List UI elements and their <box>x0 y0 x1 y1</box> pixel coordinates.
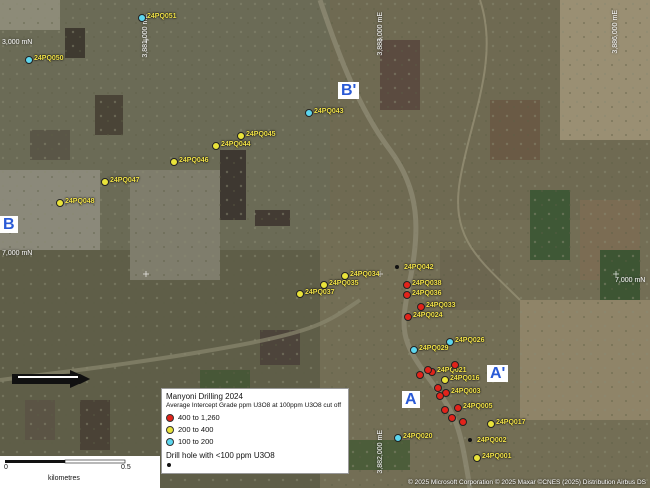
drill-hole-marker[interactable] <box>403 291 411 299</box>
legend-item-low: 100 to 200 <box>166 437 213 446</box>
drill-hole-marker[interactable] <box>410 346 418 354</box>
drill-hole-marker[interactable] <box>404 313 412 321</box>
legend-item-mid: 200 to 400 <box>166 425 213 434</box>
legend-swatch-below <box>167 463 171 467</box>
section-label-a-prime: A' <box>487 365 509 382</box>
drill-hole-marker[interactable] <box>101 178 109 186</box>
drill-hole-marker[interactable] <box>403 281 411 289</box>
legend-subtitle: Average Intercept Grade ppm U3O8 at 100p… <box>166 402 341 409</box>
legend-label-low: 100 to 200 <box>178 437 214 446</box>
legend-item-high: 400 to 1,260 <box>166 413 220 422</box>
legend-label-high: 400 to 1,260 <box>178 413 220 422</box>
drill-hole-marker[interactable] <box>454 404 462 412</box>
map-legend: Manyoni Drilling 2024 Average Intercept … <box>161 388 349 474</box>
grid-label-easting-2: 3,883,000 mE <box>377 12 384 56</box>
section-label-b: B <box>0 216 18 233</box>
drill-hole-label: 24PQ005 <box>463 403 493 410</box>
drill-hole-label: 24PQ001 <box>482 453 512 460</box>
drill-hole-marker[interactable] <box>417 303 425 311</box>
drill-hole-label: 24PQ034 <box>350 271 380 278</box>
grid-label-easting-4: 3,882,000 mE <box>377 430 384 474</box>
drill-hole-marker[interactable] <box>138 14 146 22</box>
legend-below-label: Drill hole with <100 ppm U3O8 <box>166 451 275 460</box>
drill-hole-label: 24PQ050 <box>34 55 64 62</box>
drill-hole-marker-unlabeled[interactable] <box>459 418 467 426</box>
drill-hole-label: 24PQ024 <box>413 312 443 319</box>
drill-hole-marker[interactable] <box>25 56 33 64</box>
drill-hole-marker-unlabeled[interactable] <box>416 371 424 379</box>
drill-hole-marker-unlabeled[interactable] <box>434 384 442 392</box>
drill-hole-marker-unlabeled[interactable] <box>424 366 432 374</box>
drill-hole-marker[interactable] <box>341 272 349 280</box>
scale-bar: 0 0.5 kilometres <box>0 456 160 488</box>
legend-swatch-mid <box>166 425 174 434</box>
drill-hole-label: 24PQ033 <box>426 302 456 309</box>
drill-hole-marker[interactable] <box>212 142 220 150</box>
drill-hole-label: 24PQ037 <box>305 289 335 296</box>
section-label-b-prime: B' <box>338 82 360 99</box>
north-arrow-icon <box>12 370 90 388</box>
drill-hole-label: 24PQ035 <box>329 280 359 287</box>
drill-hole-marker[interactable] <box>56 199 64 207</box>
drill-hole-label: 24PQ043 <box>314 108 344 115</box>
legend-label-mid: 200 to 400 <box>178 425 214 434</box>
scale-tick-05: 0.5 <box>121 464 131 471</box>
drill-hole-marker-unlabeled[interactable] <box>436 392 444 400</box>
drill-hole-label: 24PQ036 <box>412 290 442 297</box>
drill-hole-marker[interactable] <box>487 420 495 428</box>
grid-label-northing-3: 7,000 mN <box>615 277 646 284</box>
drill-hole-marker[interactable] <box>305 109 313 117</box>
drill-hole-marker[interactable] <box>394 434 402 442</box>
drill-hole-label: 24PQ029 <box>419 345 449 352</box>
imagery-copyright: © 2025 Microsoft Corporation © 2025 Maxa… <box>408 479 646 486</box>
drill-hole-marker-unlabeled[interactable] <box>451 361 459 369</box>
drill-hole-label: 24PQ046 <box>179 157 209 164</box>
drill-hole-marker[interactable] <box>296 290 304 298</box>
scale-tick-0: 0 <box>4 464 8 471</box>
legend-swatch-low <box>166 437 174 446</box>
drill-hole-label: 24PQ051 <box>147 13 177 20</box>
drill-hole-marker[interactable] <box>468 438 472 442</box>
grid-label-northing-1: 3,000 mN <box>2 39 33 46</box>
drill-hole-marker[interactable] <box>170 158 178 166</box>
drill-hole-marker[interactable] <box>237 132 245 140</box>
drill-hole-label: 24PQ042 <box>404 264 434 271</box>
drill-hole-label: 24PQ020 <box>403 433 433 440</box>
grid-label-easting-3: 3,886,000 mE <box>612 10 619 54</box>
scale-bar-graphic <box>5 459 126 464</box>
drill-hole-marker[interactable] <box>441 376 449 384</box>
drill-hole-marker[interactable] <box>473 454 481 462</box>
drill-hole-label: 24PQ003 <box>451 388 481 395</box>
drill-hole-label: 24PQ047 <box>110 177 140 184</box>
grid-label-northing-2: 7,000 mN <box>2 250 33 257</box>
drill-hole-label: 24PQ017 <box>496 419 526 426</box>
scale-unit: kilometres <box>48 475 80 482</box>
legend-title: Manyoni Drilling 2024 <box>166 392 243 401</box>
legend-swatch-high <box>166 413 174 422</box>
section-label-a: A <box>402 391 420 408</box>
drill-hole-label: 24PQ038 <box>412 280 442 287</box>
drill-hole-label: 24PQ002 <box>477 437 507 444</box>
drill-hole-marker[interactable] <box>395 265 399 269</box>
drill-hole-label: 24PQ045 <box>246 131 276 138</box>
drill-hole-marker-unlabeled[interactable] <box>448 414 456 422</box>
drill-hole-marker[interactable] <box>320 281 328 289</box>
drill-hole-label: 24PQ048 <box>65 198 95 205</box>
drill-hole-label: 24PQ026 <box>455 337 485 344</box>
drill-hole-label: 24PQ016 <box>450 375 480 382</box>
drill-hole-marker-unlabeled[interactable] <box>441 406 449 414</box>
drill-hole-label: 24PQ044 <box>221 141 251 148</box>
